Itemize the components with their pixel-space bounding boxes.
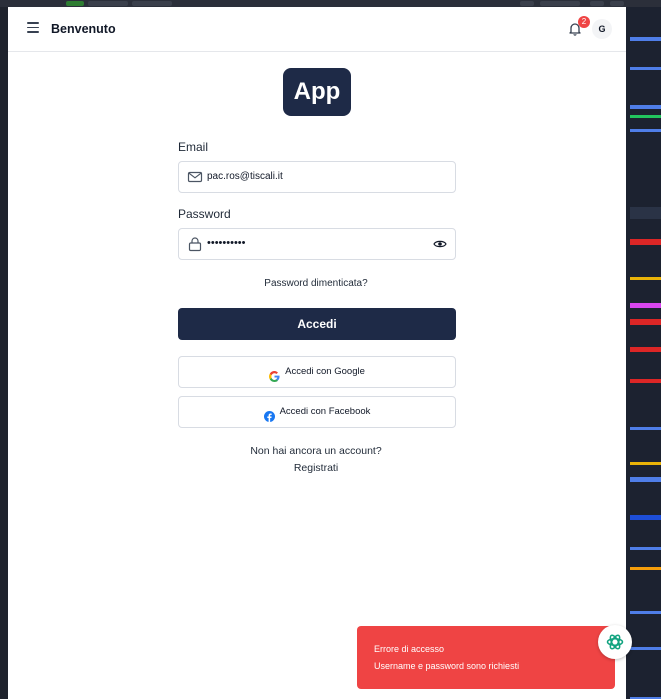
- app-logo: App: [283, 68, 351, 116]
- toast-message: Username e password sono richiesti: [374, 661, 520, 671]
- browser-tab: [88, 1, 128, 6]
- browser-tab: [540, 1, 580, 6]
- google-login-button[interactable]: Accedi con Google: [178, 356, 456, 388]
- assistant-button[interactable]: [598, 625, 632, 659]
- google-login-label: Accedi con Google: [285, 366, 365, 377]
- email-field[interactable]: pac.ros@tiscali.it: [178, 161, 456, 193]
- google-icon: [269, 365, 280, 382]
- register-link[interactable]: Registrati: [178, 462, 454, 474]
- menu-icon[interactable]: [27, 22, 39, 33]
- avatar[interactable]: G: [592, 19, 612, 39]
- browser-tab: [132, 1, 172, 6]
- notification-badge: 2: [578, 16, 590, 28]
- error-toast[interactable]: Errore di accesso Username e password so…: [357, 626, 615, 689]
- facebook-icon: [263, 405, 275, 422]
- toast-title: Errore di accesso: [374, 644, 445, 654]
- no-account-text: Non hai ancora un account?: [250, 445, 382, 457]
- facebook-login-button[interactable]: Accedi con Facebook: [178, 396, 456, 428]
- app-window: Benvenuto 2 G App Email pac.ros@tiscali.…: [8, 7, 626, 699]
- background-window-right: [626, 7, 661, 699]
- top-bar: Benvenuto 2 G: [8, 7, 626, 52]
- browser-top-strip: [0, 0, 661, 7]
- password-field[interactable]: ••••••••••: [178, 228, 456, 260]
- forgot-password-link[interactable]: Password dimenticata?: [178, 278, 454, 289]
- facebook-login-label: Accedi con Facebook: [279, 406, 371, 417]
- browser-tab: [520, 1, 534, 6]
- browser-tab: [610, 1, 624, 6]
- background-window-left: [0, 7, 8, 699]
- password-label: Password: [178, 207, 231, 221]
- lock-icon: [187, 236, 203, 252]
- email-label: Email: [178, 140, 209, 154]
- email-value: pac.ros@tiscali.it: [207, 171, 283, 182]
- password-value: ••••••••••: [207, 237, 246, 249]
- browser-tab: [590, 1, 604, 6]
- login-button[interactable]: Accedi: [178, 308, 456, 340]
- mail-icon: [187, 169, 203, 185]
- page-title: Benvenuto: [51, 22, 116, 36]
- browser-tab: [66, 1, 84, 6]
- eye-icon[interactable]: [433, 237, 447, 251]
